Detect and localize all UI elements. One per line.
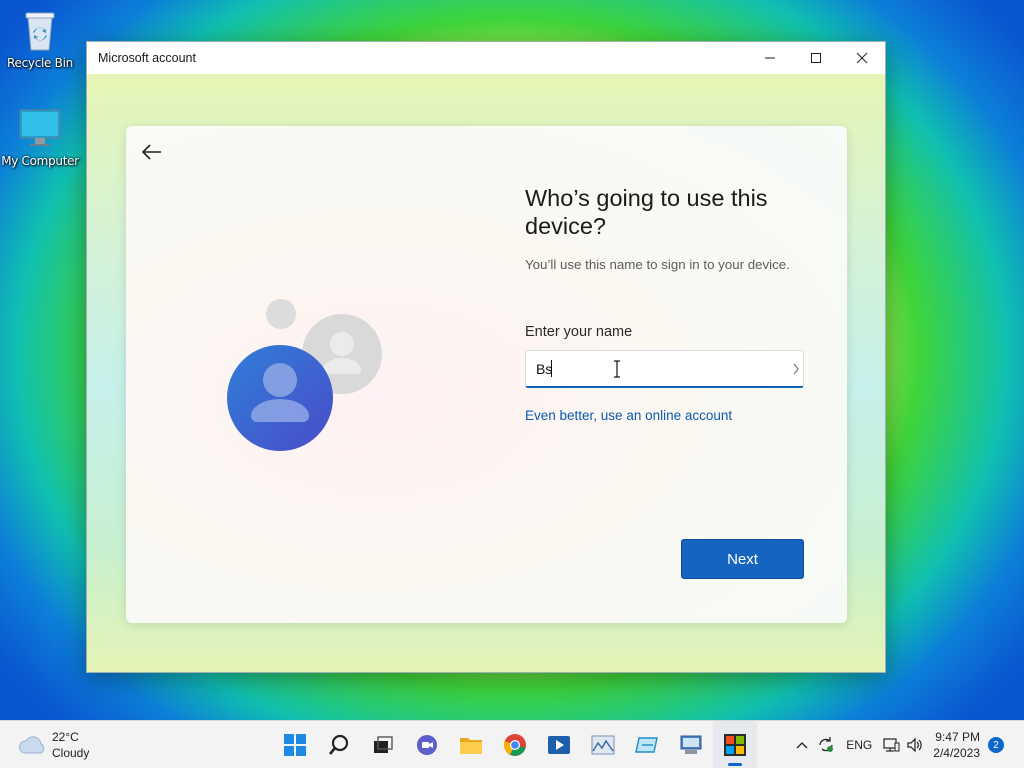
page-heading: Who’s going to use this device? [525, 185, 768, 239]
chat-icon [417, 735, 437, 755]
desktop-icon-my-computer[interactable]: My Computer [0, 106, 80, 168]
start-button[interactable] [273, 721, 317, 768]
photos-icon [591, 735, 615, 755]
setup-card: Who’s going to use this device? You’ll u… [126, 126, 847, 623]
name-input[interactable] [526, 351, 803, 386]
sync-tray-button[interactable] [813, 721, 839, 768]
maximize-icon [811, 53, 821, 63]
page-subtext: You’ll use this name to sign in to your … [525, 257, 790, 272]
taskbar: 22°C Cloudy ENG 9:47 PM 2/4/2023 2 [0, 720, 1024, 768]
close-button[interactable] [839, 42, 885, 74]
network-button[interactable] [879, 721, 903, 768]
weather-condition: Cloudy [52, 746, 90, 760]
minimize-icon [765, 57, 775, 59]
language-indicator[interactable]: ENG [839, 721, 879, 768]
chrome-button[interactable] [493, 721, 537, 768]
search-icon [329, 734, 349, 755]
show-hidden-icons-button[interactable] [791, 721, 813, 768]
windows-logo-icon [284, 734, 306, 756]
weather-temp: 22°C [52, 730, 79, 744]
store-icon [724, 734, 746, 756]
back-button[interactable] [140, 140, 164, 164]
maximize-button[interactable] [793, 42, 839, 74]
computer-icon [18, 106, 62, 150]
network-icon [883, 738, 900, 752]
back-arrow-icon [141, 144, 161, 160]
desktop-icon-recycle-bin[interactable]: Recycle Bin [0, 8, 80, 70]
chevron-up-icon [796, 742, 808, 749]
clock[interactable]: 9:47 PM 2/4/2023 [927, 729, 988, 761]
speaker-icon [907, 737, 922, 753]
chrome-icon [503, 734, 526, 756]
task-view-icon [374, 736, 393, 753]
app-button[interactable] [625, 721, 669, 768]
window-title: Microsoft account [98, 51, 196, 65]
desktop-icon-label: Recycle Bin [7, 56, 73, 70]
sync-icon [819, 737, 834, 752]
media-player-icon [548, 736, 570, 754]
recycle-bin-icon [18, 8, 62, 52]
user-avatar-illustration [226, 298, 386, 458]
photos-button[interactable] [581, 721, 625, 768]
clock-date: 2/4/2023 [933, 746, 980, 760]
name-field-label: Enter your name [525, 324, 633, 340]
next-button[interactable]: Next [681, 539, 804, 579]
weather-widget[interactable]: 22°C Cloudy [18, 729, 89, 761]
file-explorer-button[interactable] [449, 721, 493, 768]
window-titlebar[interactable]: Microsoft account [87, 42, 885, 74]
clock-time: 9:47 PM [935, 730, 980, 744]
task-view-button[interactable] [361, 721, 405, 768]
microsoft-account-window: Microsoft account Who’s going to use thi… [86, 41, 886, 673]
chevron-right-icon[interactable] [792, 362, 800, 376]
chat-button[interactable] [405, 721, 449, 768]
notification-badge[interactable]: 2 [988, 737, 1004, 753]
remote-desktop-icon [680, 735, 702, 754]
app-icon [635, 737, 658, 753]
volume-button[interactable] [903, 721, 927, 768]
desktop-icon-label: My Computer [1, 154, 79, 168]
media-player-button[interactable] [537, 721, 581, 768]
text-caret [551, 360, 552, 377]
store-button[interactable] [713, 721, 757, 768]
online-account-link[interactable]: Even better, use an online account [525, 408, 732, 423]
language-label: ENG [846, 738, 873, 752]
folder-icon [460, 738, 482, 754]
name-field-container[interactable] [525, 350, 804, 388]
cloud-icon [19, 736, 45, 754]
close-icon [856, 52, 868, 64]
text-cursor-icon [614, 360, 620, 378]
remote-desktop-button[interactable] [669, 721, 713, 768]
search-button[interactable] [317, 721, 361, 768]
minimize-button[interactable] [747, 42, 793, 74]
